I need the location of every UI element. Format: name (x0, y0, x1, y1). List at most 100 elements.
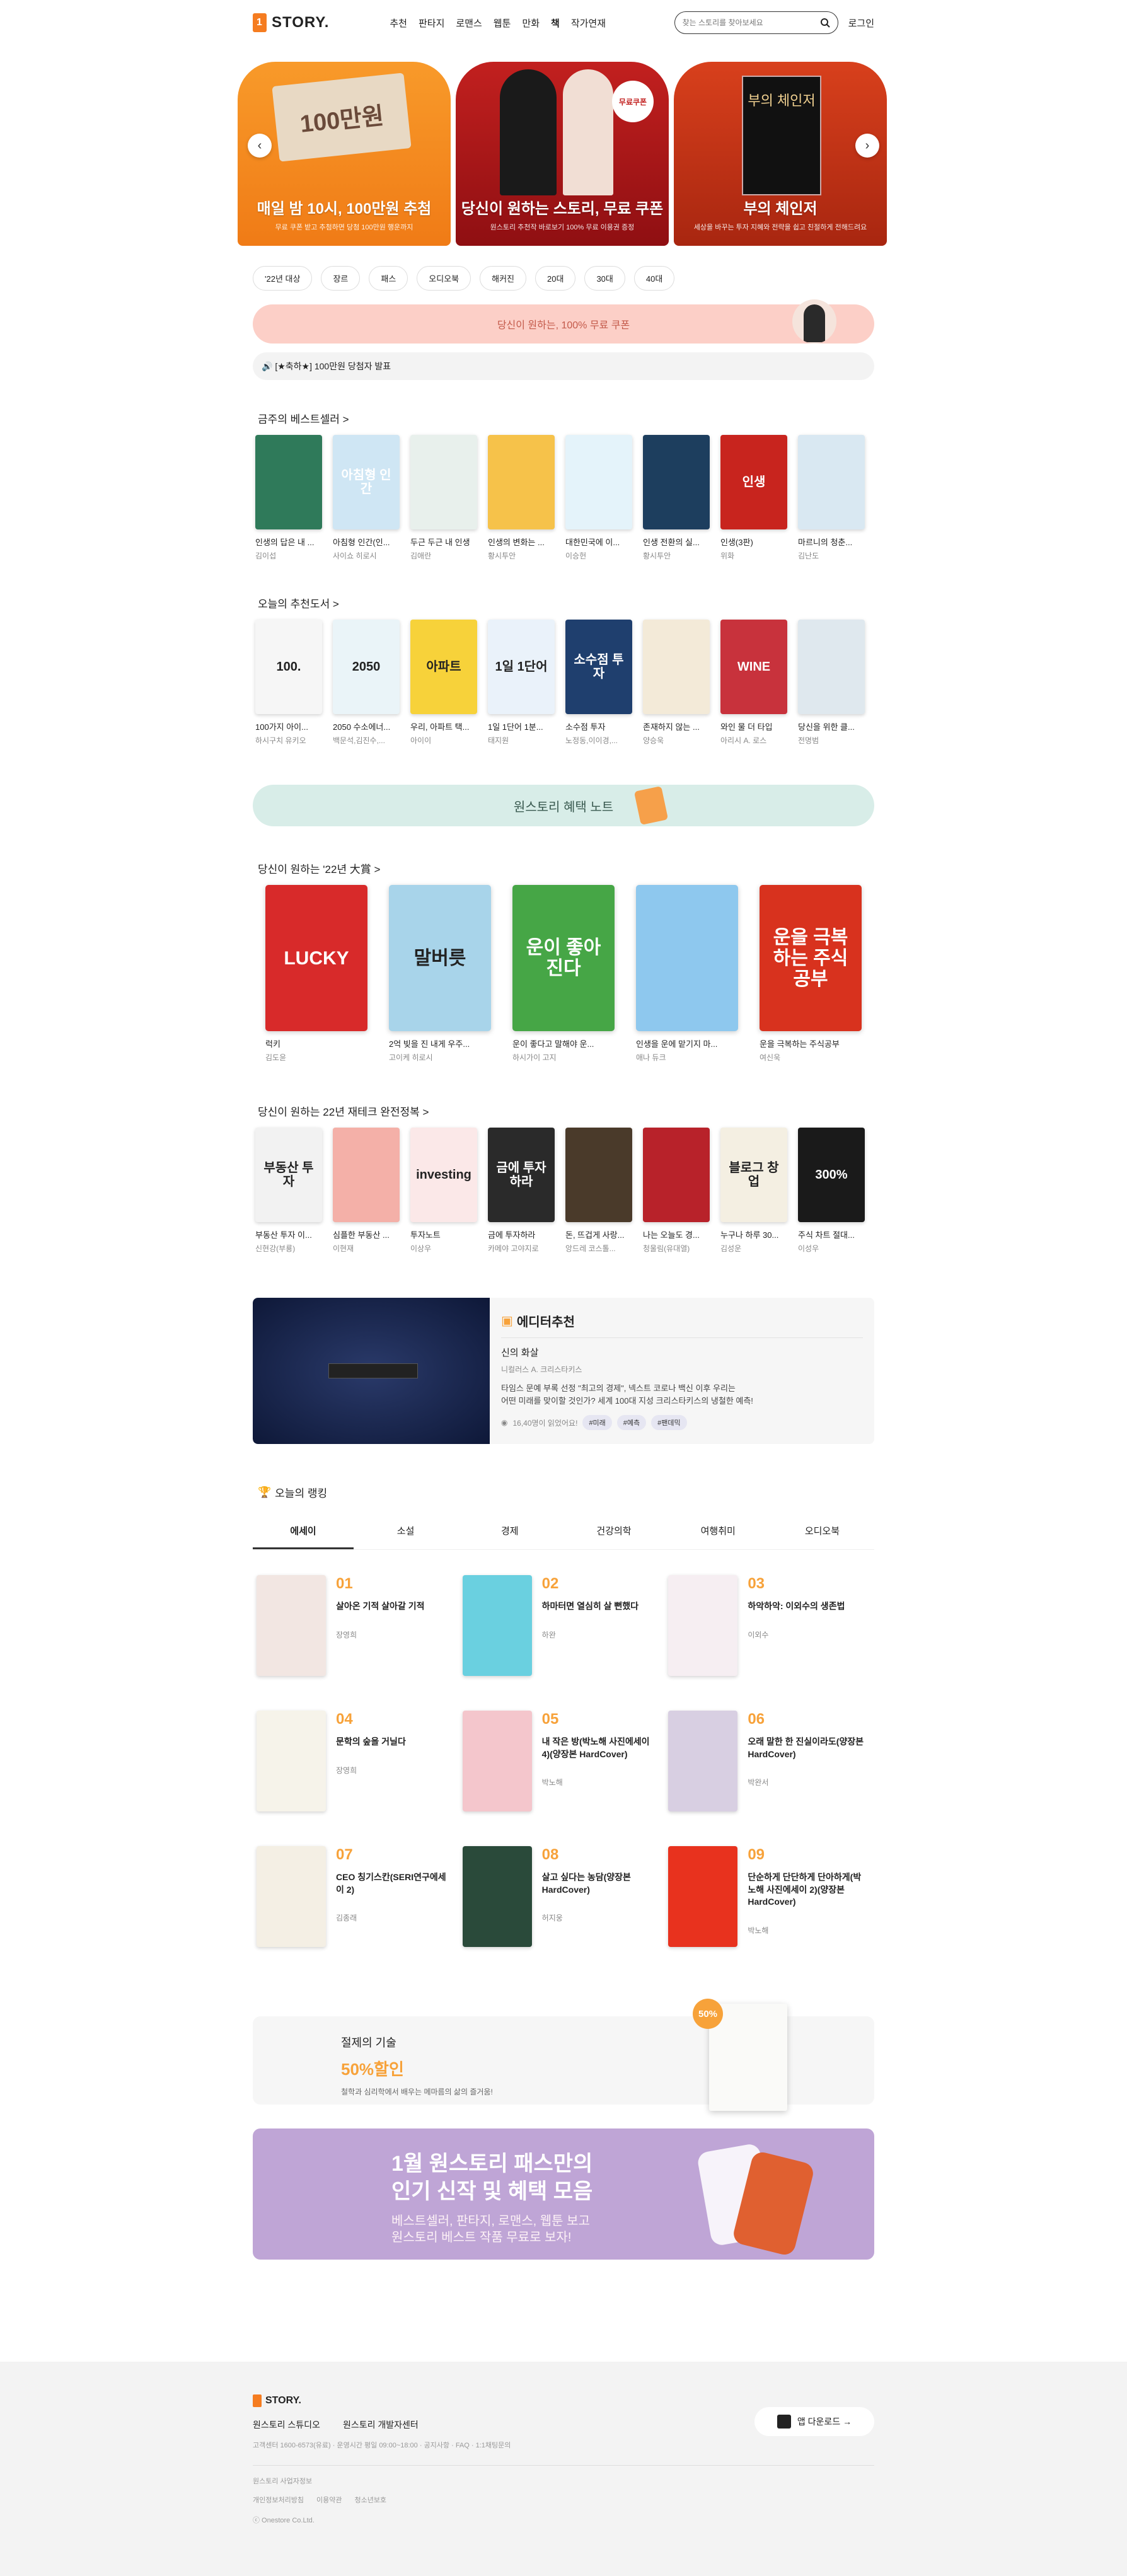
award-title[interactable]: 당신이 원하는 '22년 大賞 > (258, 860, 874, 876)
book-item[interactable]: 300% 주식 차트 절대... 이성우 (798, 1128, 865, 1254)
nav-book[interactable]: 책 (551, 16, 560, 30)
book-author: 노정동,이이경,... (565, 736, 618, 745)
editor-desc-line: 타임스 문예 부록 선정 "최고의 경제", 넥스트 코로나 백신 이후 우리는 (501, 1383, 736, 1393)
nav-recommend[interactable]: 추천 (390, 16, 407, 30)
footer-logo[interactable]: STORY. (253, 2394, 874, 2407)
free-coupon-banner[interactable]: 당신이 원하는, 100% 무료 쿠폰 (253, 299, 874, 344)
ranking-tab[interactable]: 에세이 (253, 1514, 354, 1549)
book-item[interactable]: 1일 1단어 1일 1단어 1분... 태지원 (488, 620, 555, 746)
book-item[interactable]: 말버릇 2억 빚을 진 내게 우주... 고이케 히로시 (389, 885, 491, 1063)
ranking-tab[interactable]: 여행취미 (666, 1514, 770, 1549)
chip-pandemic[interactable]: #팬데믹 (651, 1415, 687, 1431)
book-item[interactable]: 운이 좋아진다 운이 좋다고 말해야 운... 하시가이 고지 (512, 885, 615, 1063)
book-item[interactable]: 대한민국에 이... 이승헌 (565, 435, 632, 561)
pass-banner[interactable]: 1월 원스토리 패스만의 인기 신작 및 혜택 모음 베스트셀러, 판타지, 로맨… (253, 2128, 874, 2260)
ranking-tab[interactable]: 경제 (458, 1514, 562, 1549)
coupon-badge: 무료쿠폰 (612, 81, 654, 122)
ranking-item[interactable]: 07 CEO 칭기스칸(SERI연구에세이 2) 김종래 (257, 1846, 463, 1947)
book-item[interactable]: 100. 100가지 아이... 하시구치 유키오 (255, 620, 322, 746)
book-item[interactable]: 부동산 투자 부동산 투자 이... 신현강(부룡) (255, 1128, 322, 1254)
nav-fantasy[interactable]: 판타지 (419, 16, 444, 30)
ranking-item[interactable]: 04 문학의 숲을 거닐다 장영희 (257, 1711, 463, 1811)
chip-prediction[interactable]: #예측 (616, 1415, 647, 1431)
book-item[interactable]: WINE 와인 물 더 타입 아리시 A. 로스 (720, 620, 787, 746)
tag-chip[interactable]: '22년 대상 (253, 266, 313, 291)
ranking-item[interactable]: 05 내 작은 방(박노해 사진에세이 4)(양장본 HardCover) 박노해 (462, 1711, 669, 1811)
editor-book-title[interactable]: 신의 화살 (501, 1346, 863, 1359)
invest-title[interactable]: 당신이 원하는 22년 재테크 완전정복 > (258, 1103, 874, 1119)
book-item[interactable]: 인생의 답은 내 ... 김이섭 (255, 435, 322, 561)
recommend-title[interactable]: 오늘의 추천도서 > (258, 595, 874, 611)
book-item[interactable]: 두근 두근 내 인생 김애란 (410, 435, 477, 561)
search-icon[interactable] (820, 18, 830, 28)
logo[interactable]: 1 STORY. (253, 13, 329, 32)
editor-icon: ▣ (501, 1314, 513, 1328)
footer-privacy[interactable]: 개인정보처리방침 (253, 2495, 304, 2505)
search-input[interactable] (682, 18, 820, 27)
book-item[interactable]: 인생의 변화는 ... 황시투안 (488, 435, 555, 561)
book-cover (333, 1128, 400, 1222)
book-item[interactable]: 존재하지 않는 ... 양승욱 (643, 620, 710, 746)
footer-company[interactable]: 원스토리 사업자정보 (253, 2476, 874, 2486)
book-item[interactable]: 심플한 부동산 ... 이현재 (333, 1128, 400, 1254)
book-author: 박노해 (748, 1926, 769, 1935)
prev-arrow-icon[interactable]: ‹ (248, 134, 272, 158)
ranking-item[interactable]: 03 하악하악: 이외수의 생존법 이외수 (668, 1575, 874, 1676)
book-item[interactable]: 나는 오늘도 경... 청울림(유대열) (643, 1128, 710, 1254)
tag-chip[interactable]: 40대 (633, 266, 675, 291)
footer-link-studio[interactable]: 원스토리 스튜디오 (253, 2418, 320, 2431)
book-item[interactable]: 아침형 인간 아침형 인간(인... 사이쇼 히로시 (333, 435, 400, 561)
nav-author-serial[interactable]: 작가연재 (571, 16, 606, 30)
nav-comic[interactable]: 만화 (522, 16, 540, 30)
book-item[interactable]: 인생 인생(3판) 위화 (720, 435, 787, 561)
nav-webtoon[interactable]: 웹툰 (494, 16, 511, 30)
sale-banner[interactable]: 절제의 기술 50%할인 철학과 심리학에서 배우는 메마름의 삶의 즐거움! … (253, 1999, 874, 2111)
nav-romance[interactable]: 로맨스 (456, 16, 482, 30)
bestseller-title[interactable]: 금주의 베스트셀러 > (258, 410, 874, 426)
book-item[interactable]: 금에 투자하라 금에 투자하라 카메야 고야지로 (488, 1128, 555, 1254)
book-item[interactable]: 아파트 우리, 아파트 택... 아이이 (410, 620, 477, 746)
chip-future[interactable]: #미래 (582, 1415, 612, 1431)
next-arrow-icon[interactable]: › (855, 134, 879, 158)
tag-chip[interactable]: 해커진 (480, 266, 527, 291)
book-author: 이외수 (748, 1630, 769, 1639)
book-cover: 부동산 투자 (255, 1128, 322, 1222)
book-item[interactable]: 인생 전환의 실... 황시투안 (643, 435, 710, 561)
benefit-note-banner[interactable]: 원스토리 혜택 노트 (253, 785, 874, 826)
tag-chip[interactable]: 30대 (584, 266, 625, 291)
book-item[interactable]: 마르니의 청춘... 김난도 (798, 435, 865, 561)
tag-chip[interactable]: 장르 (321, 266, 361, 291)
book-item[interactable]: 블로그 창업 누구나 하루 30... 김성운 (720, 1128, 787, 1254)
book-item[interactable]: 2050 2050 수소에너... 백문석,김진수,... (333, 620, 400, 746)
hero-slide-2[interactable]: 무료쿠폰 당신이 원하는 스토리, 무료 쿠폰 원스토리 추천작 바로보기 10… (456, 62, 669, 246)
book-item[interactable]: investing 투자노트 이상우 (410, 1128, 477, 1254)
cover-text: 1일 1단어 (495, 660, 548, 674)
ranking-item[interactable]: 09 단순하게 단단하게 단아하게(박노해 사진에세이 2)(양장본 HardCo… (668, 1846, 874, 1947)
tag-chip[interactable]: 패스 (369, 266, 408, 291)
ranking-item[interactable]: 06 오래 말한 한 진실이라도(양장본 HardCover) 박완서 (668, 1711, 874, 1811)
book-item[interactable]: LUCKY 럭키 김도윤 (265, 885, 367, 1063)
ranking-item[interactable]: 01 살아온 기적 살아갈 기적 장영희 (257, 1575, 463, 1676)
hero-slide-1[interactable]: 100만원 매일 밤 10시, 100만원 추첨 무료 쿠폰 받고 추첨하면 당… (238, 62, 451, 246)
footer-youth[interactable]: 청소년보호 (354, 2495, 386, 2505)
tag-chip[interactable]: 오디오북 (417, 266, 471, 291)
book-item[interactable]: 인생을 운에 맡기지 마... 애나 듀크 (636, 885, 738, 1063)
ranking-item[interactable]: 08 살고 싶다는 농담(양장본 HardCover) 허지웅 (462, 1846, 669, 1947)
editor-pick[interactable]: ▣ 에디터추천 신의 화살 니컬러스 A. 크리스타키스 타임스 문예 부록 선정… (253, 1298, 874, 1444)
footer-link-dev[interactable]: 원스토리 개발자센터 (343, 2418, 419, 2431)
book-item[interactable]: 당신을 위한 클... 전명범 (798, 620, 865, 746)
book-item[interactable]: 운을 극복하는 주식공부 운을 극복하는 주식공부 여신욱 (760, 885, 862, 1063)
hero-slide-3[interactable]: 부의 체인저 부의 체인저 세상을 바꾸는 투자 지혜와 전략을 쉽고 친절하게… (674, 62, 887, 246)
tag-chip[interactable]: 20대 (535, 266, 576, 291)
ranking-tab[interactable]: 건강의학 (562, 1514, 666, 1549)
ranking-tab[interactable]: 오디오북 (770, 1514, 874, 1549)
book-item[interactable]: 소수점 투자 소수점 투자 노정동,이이경,... (565, 620, 632, 746)
ranking-item[interactable]: 02 하마터면 열심히 살 뻔했다 하완 (462, 1575, 669, 1676)
header: 1 STORY. 추천 판타지 로맨스 웹툰 만화 책 작가연재 로그인 (253, 0, 874, 45)
notice-bar[interactable]: 🔊 [★축하★] 100만원 당첨자 발표 (253, 352, 874, 380)
login-link[interactable]: 로그인 (848, 16, 874, 30)
app-download-button[interactable]: 앱 다운로드 → (754, 2407, 874, 2436)
footer-terms[interactable]: 이용약관 (316, 2495, 342, 2505)
ranking-tab[interactable]: 소설 (354, 1514, 458, 1549)
book-item[interactable]: 돈, 뜨겁게 사랑... 앙드레 코스톨... (565, 1128, 632, 1254)
